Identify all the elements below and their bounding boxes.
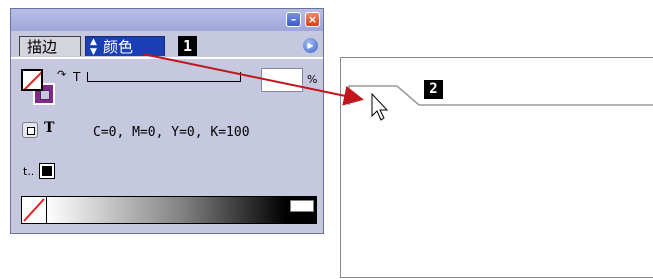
minimize-icon: – xyxy=(290,13,297,26)
fill-stroke-swatches: ↷ xyxy=(21,68,66,109)
panel-menu-button[interactable]: ▶ xyxy=(303,38,318,53)
callout-2: 2 xyxy=(424,80,443,99)
none-swatch-icon xyxy=(23,71,41,89)
panel-titlebar[interactable]: – × xyxy=(11,9,323,31)
callout-1: 1 xyxy=(178,36,197,56)
ramp-none-swatch[interactable] xyxy=(22,197,47,223)
panel-tabstrip: 描边 ▲ ▼ 颜色 1 ▶ xyxy=(11,31,323,59)
tint-slider[interactable] xyxy=(87,72,241,82)
tab-color-label: 颜色 xyxy=(103,38,134,56)
panel-menu-icon: ▶ xyxy=(307,41,314,50)
format-container-icon[interactable] xyxy=(22,122,38,138)
close-icon: × xyxy=(307,13,318,26)
tint-icon: t.. xyxy=(23,165,35,178)
tab-stroke[interactable]: 描边 xyxy=(19,36,81,56)
tint-percent-input[interactable] xyxy=(261,68,303,92)
color-panel: – × 描边 ▲ ▼ 颜色 1 ▶ ↷ T % T C=0, M=0, Y=0, … xyxy=(10,8,324,234)
panel-content: ↷ T % T C=0, M=0, Y=0, K=100 t.. xyxy=(11,59,323,233)
color-ramp[interactable] xyxy=(21,196,317,224)
none-swatch-icon xyxy=(23,198,45,222)
zoomed-tab-outline xyxy=(348,85,653,106)
tint-percent-unit: % xyxy=(307,73,318,86)
tint-label: T xyxy=(73,70,81,84)
tab-updown-icon: ▲ ▼ xyxy=(90,37,97,57)
format-text-icon[interactable]: T xyxy=(44,120,54,136)
tab-stroke-label: 描边 xyxy=(27,38,58,56)
swap-fill-stroke-icon[interactable]: ↷ xyxy=(57,68,66,81)
minimize-button[interactable]: – xyxy=(286,12,301,27)
tab-color[interactable]: ▲ ▼ 颜色 xyxy=(85,36,165,57)
close-button[interactable]: × xyxy=(305,12,320,27)
cmyk-readout: C=0, M=0, Y=0, K=100 xyxy=(93,125,250,140)
zoomed-tab-view xyxy=(340,57,653,278)
fill-swatch-none[interactable] xyxy=(21,69,43,91)
ramp-white-swatch[interactable] xyxy=(290,200,314,212)
black-swatch-icon[interactable] xyxy=(39,163,55,179)
